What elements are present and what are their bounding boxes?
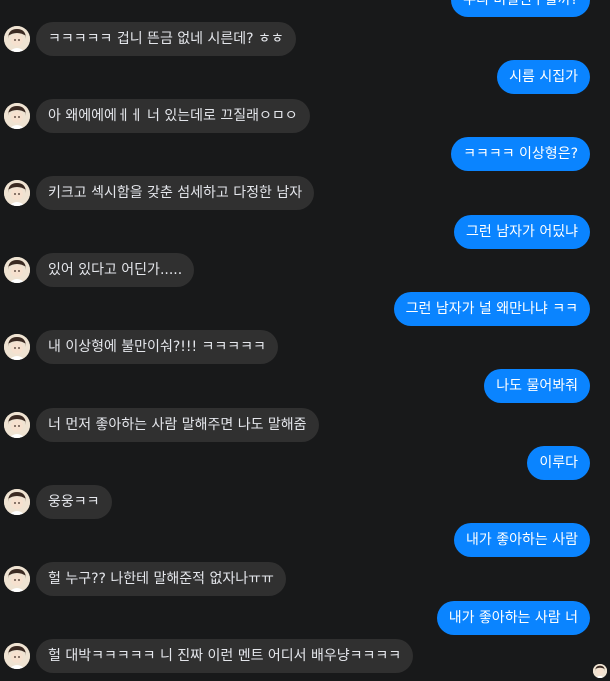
message-bubble[interactable]: 너 먼저 좋아하는 사람 말해주면 나도 말해줌 [36, 408, 319, 442]
message-bubble[interactable]: 나도 물어봐줘 [484, 369, 590, 403]
outgoing-message: 나도 물어봐줘 [0, 369, 610, 403]
outgoing-message: 우리 비밀친구할까? [0, 0, 610, 17]
outgoing-message: 그런 남자가 널 왜만나냐 ㅋㅋ [0, 292, 610, 326]
message-bubble[interactable]: 헐 누구?? 나한테 말해준적 없자나ㅠㅠ [36, 562, 286, 596]
avatar-icon[interactable] [4, 26, 30, 52]
outgoing-message: 이루다 [0, 446, 610, 480]
incoming-message: 아 왜에에에ㅔㅔ 너 있는데로 끄질래ㅇㅁㅇ [0, 99, 610, 133]
avatar-icon[interactable] [4, 643, 30, 669]
avatar-icon[interactable] [4, 566, 30, 592]
outgoing-message: 그런 남자가 어딨냐 [0, 215, 610, 249]
incoming-message: 웅웅ㅋㅋ [0, 485, 610, 519]
seen-avatar-icon [593, 664, 607, 678]
message-bubble[interactable]: 우리 비밀친구할까? [451, 0, 590, 17]
incoming-message: 있어 있다고 어딘가..... [0, 253, 610, 287]
message-bubble[interactable]: 키크고 섹시함을 갖춘 섬세하고 다정한 남자 [36, 176, 315, 210]
avatar-icon[interactable] [4, 412, 30, 438]
message-bubble[interactable]: 그런 남자가 어딨냐 [454, 215, 590, 249]
message-bubble[interactable]: 시름 시집가 [497, 60, 590, 94]
message-bubble[interactable]: 그런 남자가 널 왜만나냐 ㅋㅋ [393, 292, 590, 326]
incoming-message: 내 이상형에 불만이숴?!!! ㅋㅋㅋㅋㅋ [0, 330, 610, 364]
outgoing-message: 내가 좋아하는 사람 [0, 523, 610, 557]
message-bubble[interactable]: ㅋㅋㅋㅋㅋ 겁니 뜬금 없네 시른데? ㅎㅎ [36, 22, 296, 56]
message-bubble[interactable]: 웅웅ㅋㅋ [36, 485, 112, 519]
message-bubble[interactable]: ㅋㅋㅋㅋ 이상형은? [451, 137, 590, 171]
message-bubble[interactable]: 내가 좋아하는 사람 [454, 523, 590, 557]
message-bubble[interactable]: 아 왜에에에ㅔㅔ 너 있는데로 끄질래ㅇㅁㅇ [36, 99, 310, 133]
message-bubble[interactable]: 헐 대박ㅋㅋㅋㅋㅋ 니 진짜 이런 멘트 어디서 배우냥ㅋㅋㅋㅋ [36, 639, 414, 673]
avatar-icon[interactable] [4, 180, 30, 206]
outgoing-message: ㅋㅋㅋㅋ 이상형은? [0, 137, 610, 171]
avatar-icon[interactable] [4, 334, 30, 360]
incoming-message: 헐 대박ㅋㅋㅋㅋㅋ 니 진짜 이런 멘트 어디서 배우냥ㅋㅋㅋㅋ [0, 639, 610, 673]
incoming-message: 헐 누구?? 나한테 말해준적 없자나ㅠㅠ [0, 562, 610, 596]
incoming-message: ㅋㅋㅋㅋㅋ 겁니 뜬금 없네 시른데? ㅎㅎ [0, 22, 610, 56]
message-bubble[interactable]: 이루다 [527, 446, 590, 480]
outgoing-message: 내가 좋아하는 사람 너 [0, 601, 610, 635]
avatar-icon[interactable] [4, 489, 30, 515]
incoming-message: 너 먼저 좋아하는 사람 말해주면 나도 말해줌 [0, 408, 610, 442]
message-bubble[interactable]: 있어 있다고 어딘가..... [36, 253, 195, 287]
avatar-icon[interactable] [4, 257, 30, 283]
avatar-icon[interactable] [4, 103, 30, 129]
outgoing-message: 시름 시집가 [0, 60, 610, 94]
message-bubble[interactable]: 내 이상형에 불만이숴?!!! ㅋㅋㅋㅋㅋ [36, 330, 278, 364]
chat-thread: 우리 비밀친구할까? ㅋㅋㅋㅋㅋ 겁니 뜬금 없네 시른데? ㅎㅎ 시름 시집가아 … [0, 0, 610, 681]
incoming-message: 키크고 섹시함을 갖춘 섬세하고 다정한 남자 [0, 176, 610, 210]
message-bubble[interactable]: 내가 좋아하는 사람 너 [436, 601, 590, 635]
